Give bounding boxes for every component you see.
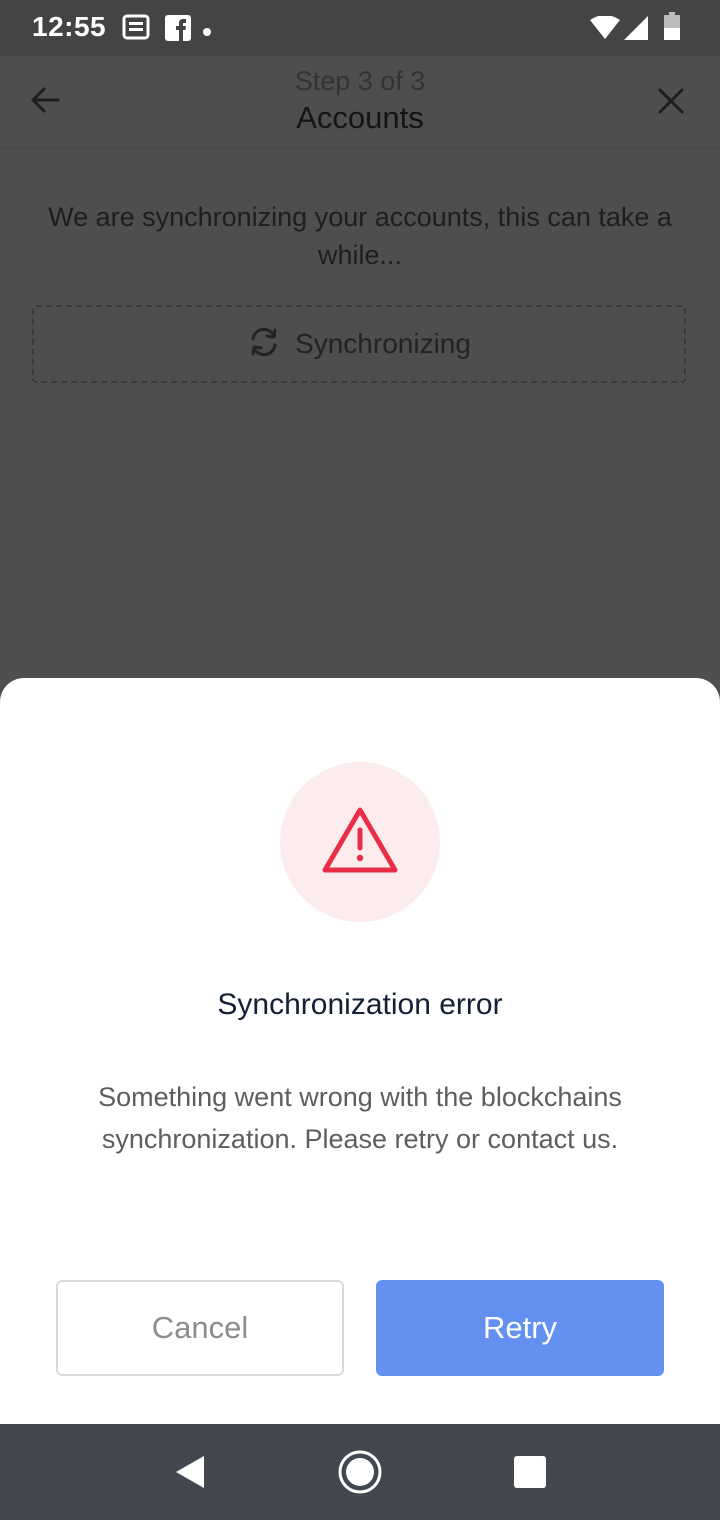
cancel-button[interactable]: Cancel <box>56 1280 344 1376</box>
status-bar: 12:55 <box>0 0 720 56</box>
sync-status-box: Synchronizing <box>32 305 686 383</box>
retry-button[interactable]: Retry <box>376 1280 664 1376</box>
close-icon[interactable] <box>652 82 690 120</box>
back-triangle-icon[interactable] <box>168 1448 216 1496</box>
status-time: 12:55 <box>32 11 107 42</box>
warning-icon <box>320 804 400 880</box>
header-step: Step 3 of 3 <box>294 66 426 96</box>
recents-square-icon[interactable] <box>506 1448 554 1496</box>
news-icon <box>122 14 150 44</box>
battery-icon <box>664 12 680 44</box>
wifi-icon <box>590 15 620 44</box>
sync-status-label: Synchronizing <box>295 328 471 359</box>
error-bottom-sheet: Synchronization error Something went wro… <box>0 678 720 1424</box>
app-header: Step 3 of 3 Accounts <box>0 56 720 149</box>
notification-dot-icon <box>202 22 212 41</box>
page-title: Accounts <box>296 100 424 135</box>
facebook-icon <box>164 14 192 46</box>
sync-message: We are synchronizing your accounts, this… <box>48 202 672 270</box>
system-nav-bar <box>0 1424 720 1520</box>
home-circle-icon[interactable] <box>336 1448 384 1496</box>
warning-icon-circle <box>280 762 440 922</box>
signal-icon <box>624 16 648 44</box>
modal-description: Something went wrong with the blockchain… <box>98 1082 622 1154</box>
refresh-icon <box>247 325 281 363</box>
modal-title: Synchronization error <box>217 988 503 1021</box>
